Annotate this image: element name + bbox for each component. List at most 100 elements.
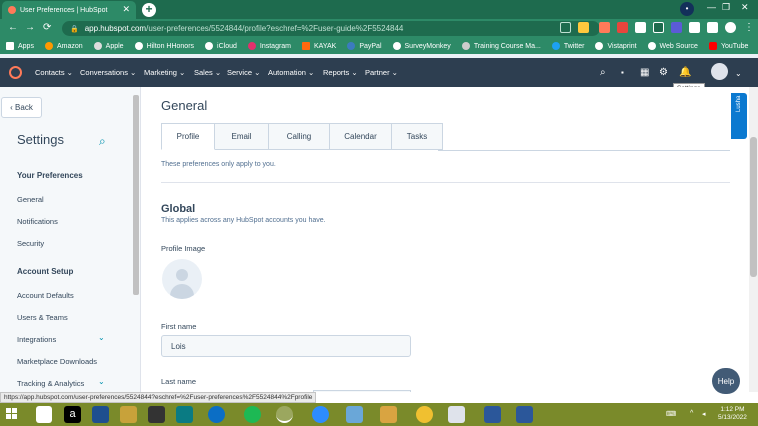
home-icon[interactable] [36,406,52,423]
forward-arrow-icon[interactable]: → [25,22,35,33]
bookmark-icloud[interactable]: iCloud [205,42,237,50]
reload-icon[interactable]: ⟳ [43,22,51,33]
bookmark-paypal[interactable]: PayPal [347,42,382,50]
chrome-menu-icon[interactable]: ⋮ [744,22,754,33]
sidebar-item-marketplace-downloads[interactable]: Marketplace Downloads [17,357,97,366]
sidebar-item-notifications[interactable]: Notifications [17,217,58,226]
media-icon[interactable] [148,406,165,423]
sidebar-item-tracking-analytics[interactable]: Tracking & Analytics [17,379,84,388]
extension-green-icon[interactable] [653,22,664,33]
new-tab-button[interactable]: + [142,3,156,17]
amazon-icon[interactable]: a [64,406,81,423]
address-bar[interactable]: 🔒 app.hubspot.com /user-preferences/5524… [62,21,600,36]
bookmark-surveymonkey[interactable]: SurveyMonkey [392,42,451,50]
chrome-secondary-icon[interactable] [416,406,433,423]
chrome-icon[interactable] [276,406,293,423]
bookmark-kayak[interactable]: KAYAK [302,42,336,50]
search-icon[interactable]: ⌕ [99,134,106,149]
zoom-icon[interactable] [312,406,329,423]
tray-chevron-icon[interactable]: ^ [690,410,693,417]
folder-icon[interactable] [380,406,397,423]
taskbar-clock[interactable]: 1:12 PM 5/13/2022 [718,406,747,422]
chevron-down-icon[interactable]: ⌄ [98,377,105,386]
hubspot-logo-icon[interactable] [9,66,22,79]
nav-service[interactable]: Service ⌄ [227,68,260,77]
scrollbar-thumb[interactable] [750,137,757,277]
sidebar-item-security[interactable]: Security [17,239,44,248]
windows-start-icon[interactable] [6,408,18,420]
volume-icon[interactable]: ◂ [702,410,706,418]
bookmark-apple[interactable]: Apple [93,42,124,50]
first-name-field[interactable] [161,335,411,357]
search-icon[interactable]: ⌕ [600,67,606,78]
back-arrow-icon[interactable]: ← [8,22,18,33]
spotify-icon[interactable] [244,406,261,423]
tab-calendar[interactable]: Calendar [330,123,392,150]
sidebar-item-integrations[interactable]: Integrations [17,335,56,344]
sidebar-item-general[interactable]: General [17,195,44,204]
nav-partner[interactable]: Partner ⌄ [365,68,398,77]
profile-image-placeholder[interactable] [162,259,202,299]
sidebar-scrollbar[interactable] [133,95,139,295]
extension-puzzle-orange-icon[interactable] [599,22,610,33]
help-button[interactable]: Help [712,368,740,394]
edge-icon[interactable] [208,406,225,423]
bookmark-web-source[interactable]: Web Source [647,42,698,50]
bookmark-vistaprint[interactable]: Vistaprint [595,42,637,50]
minimize-button[interactable]: — [707,2,716,12]
account-chevron-icon[interactable]: ⌄ [735,69,742,78]
browser-tab[interactable]: User Preferences | HubSpot ✕ [2,1,136,19]
sidebar-item-account-defaults[interactable]: Account Defaults [17,291,74,300]
tab-tasks[interactable]: Tasks [392,123,443,150]
extension-red-icon[interactable] [617,22,628,33]
tab-close-icon[interactable]: ✕ [122,4,130,15]
maximize-button[interactable]: ❐ [722,2,730,13]
tab-profile[interactable]: Profile [161,123,215,150]
link-status-bar: https://app.hubspot.com/user-preferences… [0,392,317,403]
bookmark-instagram[interactable]: Instagram [247,42,291,50]
notepad-icon[interactable] [448,406,465,423]
chevron-down-icon[interactable]: ⌄ [98,333,105,342]
chrome-profile-icon[interactable]: • [680,2,694,16]
nav-contacts[interactable]: Contacts ⌄ [35,68,73,77]
avatar[interactable] [711,63,728,80]
files-folder-icon[interactable] [120,406,137,423]
profile-avatar-icon[interactable] [725,22,736,33]
side-panel-icon[interactable] [707,22,718,33]
close-window-button[interactable]: ✕ [741,2,749,13]
lusha-side-tab[interactable]: Lusha [731,93,747,139]
nav-automation[interactable]: Automation ⌄ [268,68,314,77]
nav-reports[interactable]: Reports ⌄ [323,68,358,77]
word-doc-icon[interactable] [484,406,501,423]
file-explorer-icon[interactable] [92,406,109,423]
nav-sales[interactable]: Sales ⌄ [194,68,221,77]
word-icon[interactable] [516,406,533,423]
tab-email[interactable]: Email [215,123,269,150]
nav-conversations[interactable]: Conversations ⌄ [80,68,136,77]
bookmark-twitter[interactable]: Twitter [551,42,584,50]
bookmark-apps[interactable]: Apps [6,42,34,50]
sidebar-item-users-teams[interactable]: Users & Teams [17,313,68,322]
share-icon[interactable] [560,22,571,33]
extensions-puzzle-icon[interactable] [689,22,700,33]
bookmark-star-icon[interactable] [578,22,589,33]
page-scrollbar[interactable] [749,87,758,392]
photos-icon[interactable] [346,406,363,423]
bookmark-youtube[interactable]: YouTube [708,42,748,50]
app-teal-icon[interactable] [176,406,193,423]
marketplace-icon[interactable]: ▦ [640,67,649,78]
last-name-field[interactable] [313,390,411,392]
bookmark-amazon[interactable]: Amazon [44,42,83,50]
bookmark-hilton[interactable]: Hilton HHonors [134,42,194,50]
extension-purple-icon[interactable] [671,22,682,33]
phone-icon[interactable]: ▪ [621,68,624,77]
bell-icon[interactable]: 🔔 [679,67,691,78]
nav-marketing[interactable]: Marketing ⌄ [144,68,185,77]
browser-toolbar: ← → ⟳ 🔒 app.hubspot.com /user-preference… [0,19,758,38]
extension-white-icon[interactable] [635,22,646,33]
back-button[interactable]: ‹ Back [1,97,42,118]
bookmark-training[interactable]: Training Course Ma... [461,42,541,50]
tab-calling[interactable]: Calling [269,123,330,150]
keyboard-icon[interactable]: ⌨ [666,410,676,418]
gear-icon[interactable]: ⚙ [659,67,668,78]
